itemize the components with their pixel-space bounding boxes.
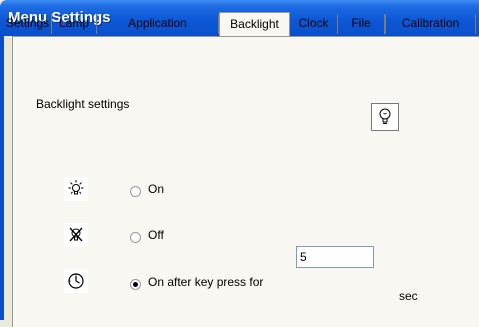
tab-application[interactable]: Application bbox=[97, 14, 219, 34]
tab-settings[interactable]: Settings bbox=[4, 14, 52, 34]
tab-strip: Settings Lamp Application Backlight Cloc… bbox=[4, 12, 479, 36]
tab-settings-label: Settings bbox=[5, 16, 50, 30]
radio-on-after-key-press[interactable] bbox=[130, 279, 141, 290]
tab-file[interactable]: File bbox=[338, 14, 385, 34]
backlight-on-icon bbox=[64, 177, 88, 201]
radio-on-after-key-press-label[interactable]: On after key press for bbox=[148, 275, 263, 289]
seconds-unit-label: sec bbox=[399, 289, 418, 303]
tab-calibration-label: Calibration bbox=[401, 16, 460, 30]
tab-backlight[interactable]: Backlight bbox=[219, 12, 290, 36]
tab-file-label: File bbox=[351, 16, 371, 30]
radio-off[interactable] bbox=[130, 232, 141, 243]
radio-off-label[interactable]: Off bbox=[148, 228, 164, 242]
tab-application-label: Application bbox=[128, 16, 187, 30]
tab-clock-label: Clock bbox=[298, 16, 329, 30]
tab-lamp[interactable]: Lamp bbox=[52, 14, 97, 34]
backlight-tab-panel: Backlight settings On Off On after key p… bbox=[12, 36, 479, 327]
tab-backlight-label: Backlight bbox=[230, 17, 279, 31]
radio-on[interactable] bbox=[130, 186, 141, 197]
tab-clock[interactable]: Clock bbox=[290, 14, 338, 34]
panel-heading: Backlight settings bbox=[36, 97, 130, 111]
radio-on-label[interactable]: On bbox=[148, 182, 164, 196]
tab-lamp-label: Lamp bbox=[58, 16, 90, 30]
light-bulb-icon bbox=[371, 103, 399, 131]
timeout-seconds-input[interactable] bbox=[296, 246, 374, 268]
timer-icon bbox=[64, 269, 88, 293]
backlight-off-icon bbox=[64, 223, 88, 247]
tab-calibration[interactable]: Calibration bbox=[385, 14, 476, 34]
